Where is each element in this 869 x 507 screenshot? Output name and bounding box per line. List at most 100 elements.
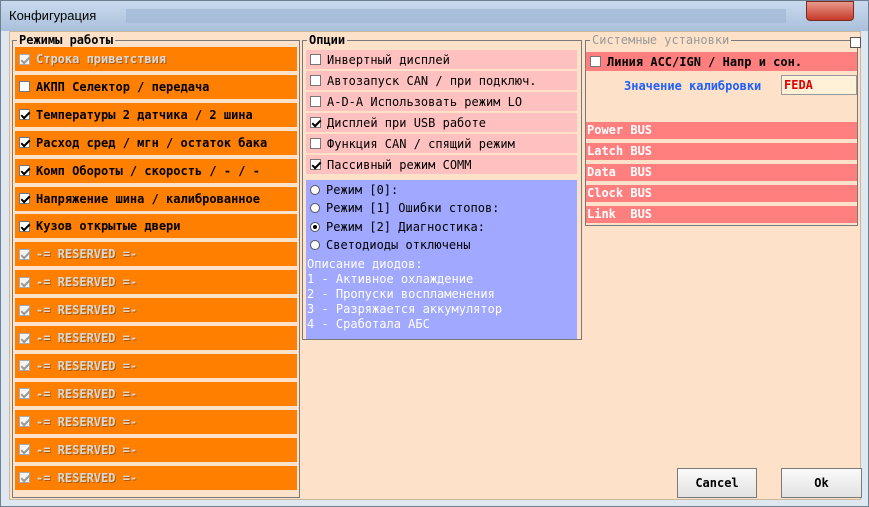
option-checkbox[interactable] [310,138,321,149]
modes-legend: Режимы работы [17,33,115,47]
calibration-value-field[interactable]: FEDA [781,75,857,95]
option-checkbox[interactable] [310,54,321,65]
option-row[interactable]: Автозапуск CAN / при подключ. [306,71,577,90]
mode-row[interactable]: -= RESERVED =- [15,437,297,462]
mode-row[interactable]: Комп Обороты / скорость / - / - [15,158,297,183]
mode-checkbox [19,248,30,260]
option-row[interactable]: Пассивный режим COMM [306,155,577,174]
option-checkbox[interactable] [310,117,321,128]
led-mode-radio[interactable] [310,203,320,213]
mode-label: -= RESERVED =- [36,247,138,262]
mode-checkbox [19,276,30,288]
mode-row[interactable]: -= RESERVED =- [15,381,297,406]
led-description-line: 2 - Пропуски воспламенения [307,287,495,301]
mode-checkbox [19,53,30,65]
window-title: Конфигурация [9,8,97,23]
mode-label: -= RESERVED =- [36,275,138,290]
led-description-line: 4 - Сработала АБС [307,317,430,331]
cancel-button[interactable]: Cancel [677,468,757,498]
led-mode-radio[interactable] [310,221,320,232]
mode-row[interactable]: -= RESERVED =- [15,465,297,490]
mode-row[interactable]: -= RESERVED =- [15,326,297,350]
mode-row[interactable]: -= RESERVED =- [15,353,297,378]
mode-checkbox [19,416,30,428]
mode-row[interactable]: -= RESERVED =- [15,242,297,267]
mode-checkbox [19,304,30,316]
led-mode-label: Режим [1] Ошибки стопов: [326,201,500,215]
led-mode-row[interactable]: Режим [1] Ошибки стопов: [306,198,577,218]
bus-row: Link BUS [586,206,857,223]
option-checkbox[interactable] [310,75,321,86]
led-mode-radio[interactable] [310,240,320,250]
mode-label: -= RESERVED =- [36,331,138,345]
mode-row[interactable]: -= RESERVED =- [15,409,297,434]
acc-ign-line-checkbox[interactable] [590,56,601,67]
mode-row[interactable]: Напряжение шина / калиброванное [15,186,297,211]
option-label: A-D-A Использовать режим LO [327,94,523,109]
mode-checkbox[interactable] [19,109,30,121]
close-button[interactable] [806,1,854,21]
option-label: Инвертный дисплей [327,52,450,67]
mode-row[interactable]: Кузов открытые двери [15,214,297,239]
options-group: Опции Инвертный дисплей Автозапуск CAN / … [302,33,582,340]
mode-row[interactable]: Температуры 2 датчика / 2 шина [15,102,297,127]
option-row[interactable]: Дисплей при USB работе [306,113,577,132]
bus-row: Data BUS [586,164,857,181]
mode-row[interactable]: -= RESERVED =- [15,298,297,323]
mode-row[interactable]: -= RESERVED =- [15,270,297,295]
ok-button[interactable]: Ok [781,468,862,498]
led-description-line: 1 - Активное охлаждение [307,272,474,286]
mode-row[interactable]: АКПП Селектор / передача [15,74,297,99]
option-label: Пассивный режим COMM [327,157,472,172]
bus-row: Power BUS [586,122,857,139]
option-label: Функция CAN / спящий режим [327,136,515,151]
option-checkbox[interactable] [310,96,321,107]
mode-checkbox [19,360,30,372]
mode-checkbox [19,472,30,483]
led-mode-label: Режим [0]: [326,182,399,197]
system-group: Системные установки Линия ACC/IGN / Напр… [585,33,861,226]
mode-checkbox[interactable] [19,220,30,232]
mode-label: -= RESERVED =- [36,414,138,429]
led-description: Описание диодов: 1 - Активное охлаждение 2… [306,255,577,339]
led-mode-label: Светодиоды отключены [326,238,471,252]
mode-row[interactable]: Расход сред / мгн / остаток бака [15,130,297,155]
mode-checkbox[interactable] [19,193,30,204]
mode-checkbox[interactable] [19,81,30,93]
bus-row: Clock BUS [586,185,857,202]
mode-label: Температуры 2 датчика / 2 шина [36,107,253,122]
config-window: Конфигурация Режимы работы Строка привет… [0,0,869,507]
mode-checkbox [19,444,30,456]
mode-label: -= RESERVED =- [36,442,138,457]
led-mode-radio[interactable] [310,184,320,195]
bus-row: Latch BUS [586,143,857,160]
options-legend: Опции [307,33,348,47]
mode-row[interactable]: Строка приветствия [15,47,297,71]
mode-label: -= RESERVED =- [36,386,138,401]
option-row[interactable]: Функция CAN / спящий режим [306,134,577,153]
led-mode-row[interactable]: Режим [0]: [306,180,577,199]
option-row[interactable]: Инвертный дисплей [306,50,577,69]
mode-checkbox [19,388,30,400]
mode-checkbox [19,332,30,344]
mode-label: Строка приветствия [36,52,167,66]
led-mode-label: Режим [2] Диагностика: [326,219,485,234]
system-group-checkbox[interactable] [850,37,861,48]
mode-label: Напряжение шина / калиброванное [36,191,260,206]
mode-label: Комп Обороты / скорость / - / - [36,163,260,178]
led-mode-row[interactable]: Светодиоды отключены [306,235,577,255]
option-row[interactable]: A-D-A Использовать режим LO [306,92,577,111]
mode-label: Кузов открытые двери [36,219,181,234]
option-checkbox[interactable] [310,159,321,170]
acc-ign-line-row[interactable]: Линия ACC/IGN / Напр и сон. [586,52,857,71]
mode-label: -= RESERVED =- [36,358,138,373]
led-description-line: Описание диодов: [307,257,423,271]
mode-label: АКПП Селектор / передача [36,79,210,94]
title-bar[interactable]: Конфигурация [1,1,868,31]
acc-ign-line-label: Линия ACC/IGN / Напр и сон. [607,54,803,69]
system-legend: Системные установки [590,33,732,47]
mode-checkbox[interactable] [19,165,30,177]
mode-checkbox[interactable] [19,137,30,149]
led-mode-row[interactable]: Режим [2] Диагностика: [306,217,577,236]
title-bar-decoration [126,9,786,23]
